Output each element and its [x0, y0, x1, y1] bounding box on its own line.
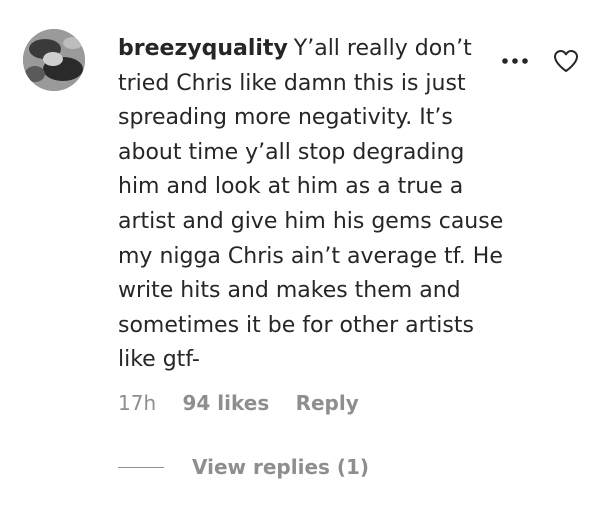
view-replies-button[interactable]: View replies (1)	[118, 452, 369, 482]
avatar[interactable]	[23, 29, 85, 91]
avatar-photo-icon	[23, 29, 85, 91]
reply-button[interactable]: Reply	[296, 391, 359, 415]
view-replies-label: View replies (1)	[192, 455, 370, 479]
username-link[interactable]: breezyquality	[118, 36, 288, 61]
likes-count[interactable]: 94 likes	[182, 391, 269, 415]
more-options-icon[interactable]	[501, 53, 529, 67]
comment: breezyquality Y’all really don’t tried Ch…	[0, 0, 600, 506]
replies-divider-line	[118, 466, 164, 468]
like-heart-icon[interactable]	[553, 49, 579, 73]
comment-timestamp[interactable]: 17h	[118, 391, 156, 415]
comment-body: Y’all really don’t tried Chris like damn…	[118, 36, 504, 373]
comment-meta: 17h 94 likes Reply	[118, 388, 379, 418]
comment-text: breezyquality Y’all really don’t tried Ch…	[118, 32, 508, 378]
